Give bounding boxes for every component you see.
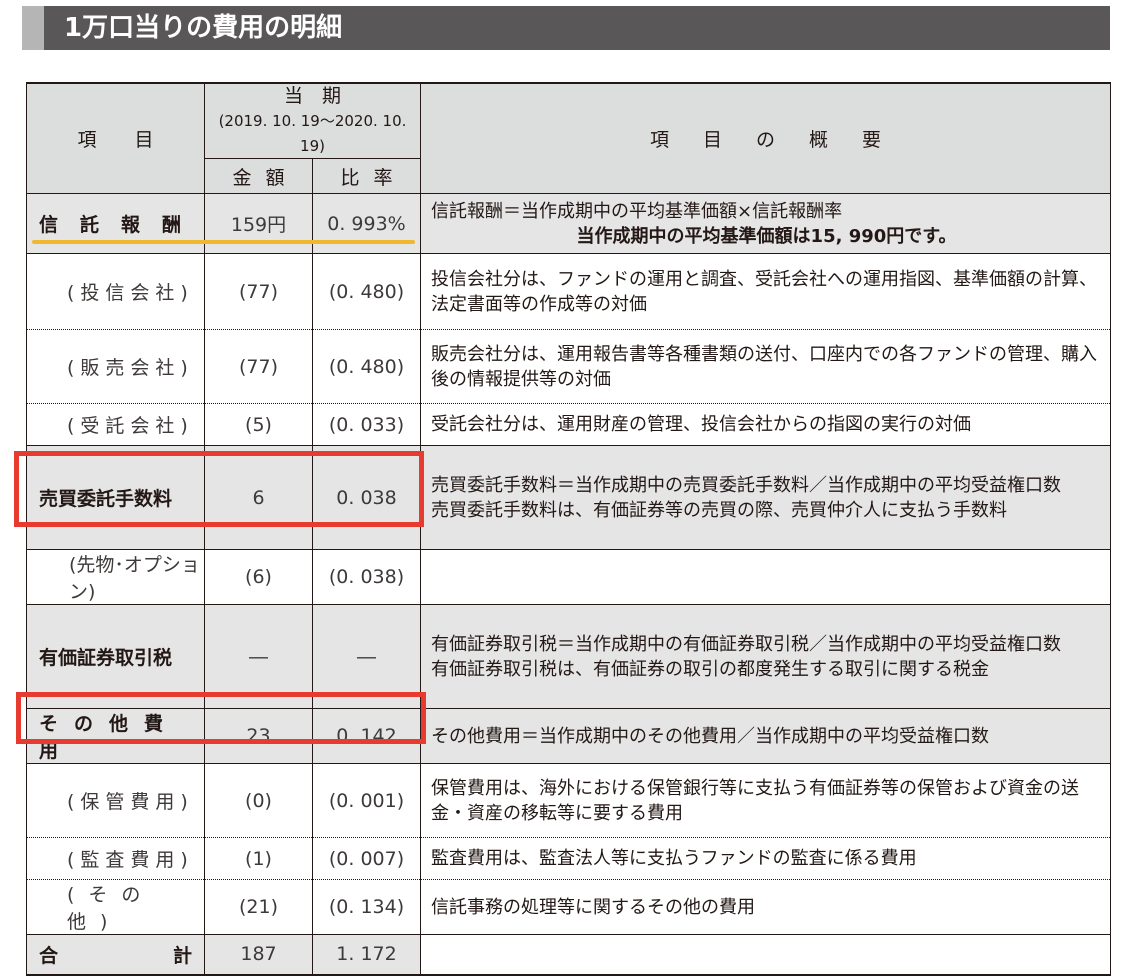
row-item-trust-fee: 信託報酬: [26, 193, 205, 254]
row-item-futures: (先物･オプション): [26, 549, 205, 605]
row-item-trustee-co: (受託会社): [26, 403, 205, 446]
row-item-custody: (保管費用): [26, 763, 205, 838]
row-amount-custody: (0): [204, 763, 313, 838]
expense-table: 項目 当 期 (2019. 10. 19～2020. 10. 19) 項目の概要…: [26, 82, 1112, 976]
row-desc-investment-co: 投信会社分は、ファンドの運用と調査、受託会社への運用指図、基準価額の計算、法定書…: [420, 253, 1112, 330]
row-amount-others: (21): [204, 879, 313, 935]
row-desc-others: 信託事務の処理等に関するその他の費用: [420, 879, 1112, 935]
row-ratio-trust-fee: 0. 993%: [311, 193, 422, 254]
row-item-investment-co: (投信会社): [26, 253, 205, 330]
row-desc-brokerage: 売買委託手数料＝当作成期中の売買委託手数料／当作成期中の平均受益権口数 売買委託…: [420, 445, 1112, 550]
row-item-total: 合 計: [26, 934, 205, 976]
row-ratio-futures: (0. 038): [311, 549, 422, 605]
row-ratio-trustee-co: (0. 033): [311, 403, 422, 446]
header-item: 項目: [26, 82, 205, 194]
row-amount-futures: (6): [204, 549, 313, 605]
row-desc-futures: [420, 549, 1112, 605]
table-row: (監査費用) (1) (0. 007) 監査費用は、監査法人等に支払うファンドの…: [26, 837, 1112, 880]
table-row: (販売会社) (77) (0. 480) 販売会社分は、運用報告書等各種書類の送…: [26, 329, 1112, 404]
highlight-box-other-expenses: [16, 692, 426, 744]
row-desc-total: [420, 934, 1112, 976]
header-period: 当 期 (2019. 10. 19～2020. 10. 19): [203, 82, 422, 159]
table-row: (保管費用) (0) (0. 001) 保管費用は、海外における保管銀行等に支払…: [26, 763, 1112, 838]
row-ratio-total: 1. 172: [311, 934, 422, 976]
title-bar: 1万口当りの費用の明細: [22, 6, 1110, 50]
row-item-others: (その他): [26, 879, 205, 935]
row-desc-securities-tax-line1: 有価証券取引税＝当作成期中の有価証券取引税／当作成期中の平均受益権口数: [431, 633, 1062, 655]
row-desc-brokerage-line2: 売買委託手数料は、有価証券等の売買の際、売買仲介人に支払う手数料: [431, 499, 1008, 521]
row-desc-audit: 監査費用は、監査法人等に支払うファンドの監査に係る費用: [420, 837, 1112, 880]
row-desc-trust-fee-line1: 信託報酬＝当作成期中の平均基準価額×信託報酬率: [431, 200, 843, 222]
row-ratio-audit: (0. 007): [311, 837, 422, 880]
row-ratio-sales-co: (0. 480): [311, 329, 422, 404]
row-amount-trustee-co: (5): [204, 403, 313, 446]
row-amount-sales-co: (77): [204, 329, 313, 404]
row-amount-trust-fee: 159円: [204, 193, 313, 254]
row-amount-investment-co: (77): [204, 253, 313, 330]
table-row: (投信会社) (77) (0. 480) 投信会社分は、ファンドの運用と調査、受…: [26, 253, 1112, 330]
header-period-label: 当 期: [284, 85, 342, 107]
row-ratio-investment-co: (0. 480): [311, 253, 422, 330]
table-row: (先物･オプション) (6) (0. 038): [26, 549, 1112, 605]
header-amount: 金額: [204, 158, 313, 194]
row-desc-securities-tax: 有価証券取引税＝当作成期中の有価証券取引税／当作成期中の平均受益権口数 有価証券…: [420, 604, 1112, 709]
row-item-total-left: 合: [39, 944, 59, 967]
row-desc-trust-fee: 信託報酬＝当作成期中の平均基準価額×信託報酬率 当作成期中の平均基準価額は15,…: [420, 193, 1112, 254]
row-amount-audit: (1): [204, 837, 313, 880]
row-desc-other-expenses: その他費用＝当作成期中のその他費用／当作成期中の平均受益権口数: [420, 708, 1112, 764]
page-title: 1万口当りの費用の明細: [64, 13, 343, 43]
table-row: 合 計 187 1. 172: [26, 934, 1112, 976]
highlight-box-brokerage: [14, 451, 424, 527]
highlight-underline: [32, 240, 415, 244]
row-item-total-right: 計: [172, 944, 192, 967]
header-period-range: (2019. 10. 19～2020. 10. 19): [218, 112, 407, 155]
title-accent: [22, 6, 44, 50]
row-desc-trustee-co: 受託会社分は、運用財産の管理、投信会社からの指図の実行の対価: [420, 403, 1112, 446]
row-ratio-others: (0. 134): [311, 879, 422, 935]
row-desc-brokerage-line1: 売買委託手数料＝当作成期中の売買委託手数料／当作成期中の平均受益権口数: [431, 474, 1062, 496]
row-desc-trust-fee-line2: 当作成期中の平均基準価額は15, 990円です。: [576, 225, 957, 247]
row-amount-total: 187: [204, 934, 313, 976]
row-desc-securities-tax-line2: 有価証券取引税は、有価証券の取引の都度発生する取引に関する税金: [431, 658, 990, 680]
header-summary: 項目の概要: [420, 82, 1112, 194]
table-row: 信託報酬 159円 0. 993% 信託報酬＝当作成期中の平均基準価額×信託報酬…: [26, 193, 1112, 254]
row-item-sales-co: (販売会社): [26, 329, 205, 404]
row-desc-custody: 保管費用は、海外における保管銀行等に支払う有価証券等の保管および資金の送金・資産…: [420, 763, 1112, 838]
row-ratio-custody: (0. 001): [311, 763, 422, 838]
row-desc-sales-co: 販売会社分は、運用報告書等各種書類の送付、口座内での各ファンドの管理、購入後の情…: [420, 329, 1112, 404]
table-row: (その他) (21) (0. 134) 信託事務の処理等に関するその他の費用: [26, 879, 1112, 935]
row-item-audit: (監査費用): [26, 837, 205, 880]
header-ratio: 比率: [311, 158, 422, 194]
table-row: (受託会社) (5) (0. 033) 受託会社分は、運用財産の管理、投信会社か…: [26, 403, 1112, 446]
